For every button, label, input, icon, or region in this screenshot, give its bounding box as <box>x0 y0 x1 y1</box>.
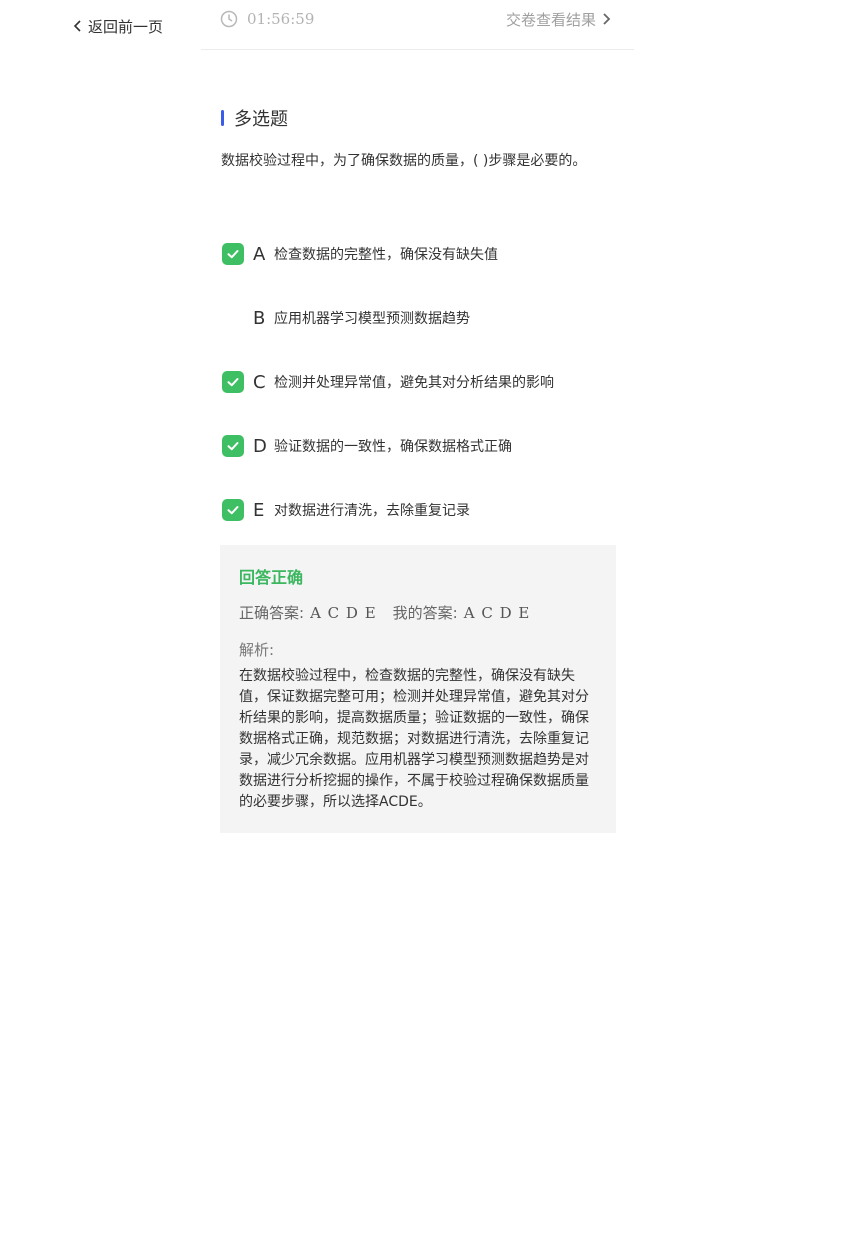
option-e[interactable]: E 对数据进行清洗，去除重复记录 <box>221 496 621 524</box>
option-letter: D <box>253 435 267 457</box>
submit-label: 交卷查看结果 <box>505 10 596 29</box>
countdown-timer: 01:56:59 <box>220 9 314 29</box>
analysis-label: 解析: <box>239 641 275 659</box>
my-answer-label: 我的答案: <box>392 604 458 622</box>
check-icon <box>227 506 239 515</box>
checkbox[interactable] <box>222 499 244 521</box>
checkbox[interactable] <box>222 307 244 329</box>
my-answer-value: A C D E <box>463 604 531 622</box>
option-letter: E <box>253 499 265 521</box>
check-icon <box>227 250 239 259</box>
correct-answer-value: A C D E <box>310 604 377 622</box>
option-c[interactable]: C 检测并处理异常值，避免其对分析结果的影响 <box>221 368 621 396</box>
correct-answer-label: 正确答案: <box>239 604 305 622</box>
check-icon <box>227 442 239 451</box>
answer-summary: 正确答案: A C D E 我的答案: A C D E <box>239 602 598 624</box>
result-panel: 回答正确 正确答案: A C D E 我的答案: A C D E 解析: 在数据校验过… <box>220 545 616 833</box>
clock-icon <box>220 10 238 28</box>
option-text: 检查数据的完整性，确保没有缺失值 <box>274 247 498 263</box>
checkbox[interactable] <box>222 435 244 457</box>
accent-bar <box>221 110 224 126</box>
option-d[interactable]: D 验证数据的一致性，确保数据格式正确 <box>221 432 621 460</box>
chevron-left-icon <box>73 20 81 32</box>
option-text: 对数据进行清洗，去除重复记录 <box>274 503 470 519</box>
option-letter: C <box>253 371 266 393</box>
checkbox[interactable] <box>222 243 244 265</box>
question-stem: 数据校验过程中，为了确保数据的质量，( )步骤是必要的。 <box>221 153 587 169</box>
option-letter: A <box>253 243 266 265</box>
check-icon <box>227 378 239 387</box>
options-list: A 检查数据的完整性，确保没有缺失值 B 应用机器学习模型预测数据趋势 C 检测… <box>221 240 621 560</box>
result-status: 回答正确 <box>239 568 304 587</box>
back-link[interactable]: 返回前一页 <box>72 15 163 37</box>
option-text: 应用机器学习模型预测数据趋势 <box>274 311 470 327</box>
option-a[interactable]: A 检查数据的完整性，确保没有缺失值 <box>221 240 621 268</box>
option-text: 检测并处理异常值，避免其对分析结果的影响 <box>274 375 554 391</box>
chevron-right-icon <box>603 13 611 25</box>
analysis-text: 在数据校验过程中，检查数据的完整性，确保没有缺失值，保证数据完整可用；检测并处理… <box>239 668 589 810</box>
option-b[interactable]: B 应用机器学习模型预测数据趋势 <box>221 304 621 332</box>
submit-view-results-button[interactable]: 交卷查看结果 <box>506 9 612 29</box>
checkbox[interactable] <box>222 371 244 393</box>
back-link-label: 返回前一页 <box>88 17 164 36</box>
option-text: 验证数据的一致性，确保数据格式正确 <box>274 439 512 455</box>
timer-value: 01:56:59 <box>247 10 315 28</box>
question-type-header: 多选题 <box>221 107 288 130</box>
option-letter: B <box>253 307 266 329</box>
exam-toolbar: 01:56:59 交卷查看结果 <box>201 0 634 50</box>
question-type-label: 多选题 <box>234 109 288 130</box>
